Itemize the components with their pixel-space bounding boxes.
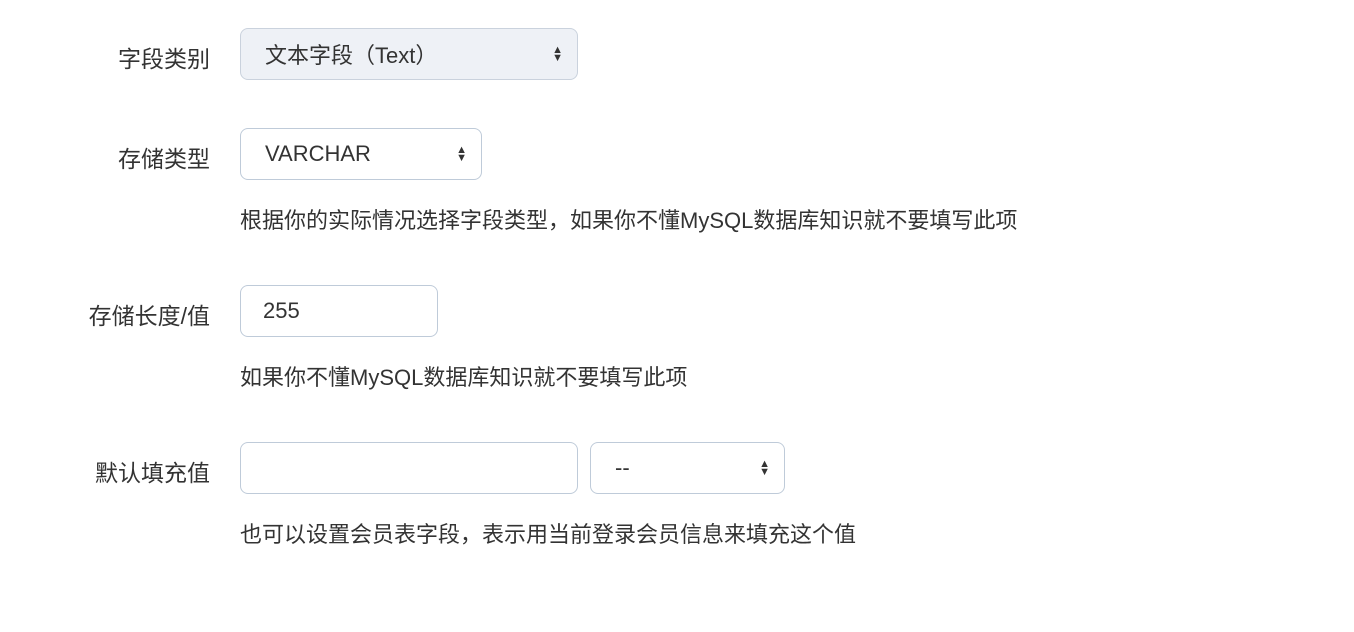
form-row-default-value: 默认填充值 -- 也可以设置会员表字段，表示用当前登录会员信息来填充这个值 [0,442,1354,551]
storage-type-select[interactable]: VARCHAR [240,128,482,180]
default-value-label: 默认填充值 [0,442,240,488]
storage-length-input[interactable] [240,285,438,337]
storage-type-select-value: VARCHAR [265,141,371,167]
field-category-select[interactable]: 文本字段（Text） [240,28,578,80]
storage-length-control-wrap: 如果你不懂MySQL数据库知识就不要填写此项 [240,285,687,394]
default-value-control-wrap: -- 也可以设置会员表字段，表示用当前登录会员信息来填充这个值 [240,442,856,551]
storage-type-control-wrap: VARCHAR 根据你的实际情况选择字段类型，如果你不懂MySQL数据库知识就不… [240,128,1017,237]
default-value-inline: -- [240,442,856,494]
field-category-select-value: 文本字段（Text） [265,38,437,70]
default-value-select[interactable]: -- [590,442,785,494]
default-value-select-value: -- [615,455,630,481]
form-row-storage-type: 存储类型 VARCHAR 根据你的实际情况选择字段类型，如果你不懂MySQL数据… [0,128,1354,237]
storage-length-help: 如果你不懂MySQL数据库知识就不要填写此项 [240,363,687,394]
storage-type-help: 根据你的实际情况选择字段类型，如果你不懂MySQL数据库知识就不要填写此项 [240,206,1017,237]
chevron-updown-icon [552,46,563,62]
storage-length-label: 存储长度/值 [0,285,240,331]
default-value-input[interactable] [240,442,578,494]
chevron-updown-icon [759,460,770,476]
default-value-help: 也可以设置会员表字段，表示用当前登录会员信息来填充这个值 [240,520,856,551]
field-category-label: 字段类别 [0,28,240,74]
form-row-storage-length: 存储长度/值 如果你不懂MySQL数据库知识就不要填写此项 [0,285,1354,394]
storage-type-label: 存储类型 [0,128,240,174]
field-category-control-wrap: 文本字段（Text） [240,28,578,80]
form-row-field-category: 字段类别 文本字段（Text） [0,28,1354,80]
chevron-updown-icon [456,146,467,162]
